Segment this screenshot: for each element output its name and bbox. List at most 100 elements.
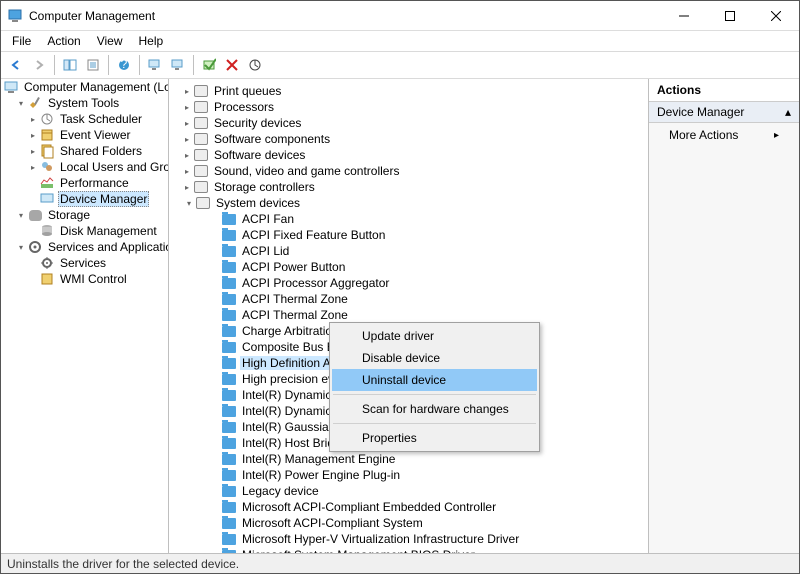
device-tree-pane[interactable]: ▸Print queues▸Processors▸Security device…	[169, 79, 649, 553]
device-label: Microsoft System Management BIOS Driver	[240, 548, 477, 553]
navigation-tree-pane[interactable]: Computer Management (Local) ▾ System Too…	[1, 79, 169, 553]
menu-view[interactable]: View	[90, 32, 130, 50]
context-menu[interactable]: Update driverDisable deviceUninstall dev…	[329, 322, 540, 452]
enable-button[interactable]	[198, 54, 220, 76]
device-item[interactable]: ACPI Processor Aggregator	[181, 275, 648, 291]
chevron-down-icon[interactable]: ▾	[15, 241, 27, 253]
category-label: Storage controllers	[212, 180, 317, 194]
device-category[interactable]: ▸Software devices	[169, 147, 648, 163]
tree-system-tools[interactable]: ▾ System Tools	[13, 95, 168, 111]
chevron-right-icon[interactable]: ▸	[27, 145, 39, 157]
actions-section[interactable]: Device Manager ▴	[649, 102, 799, 123]
context-properties[interactable]: Properties	[332, 427, 537, 449]
properties-button[interactable]	[82, 54, 104, 76]
folder-icon	[221, 483, 237, 499]
tree-item-label: Services	[58, 256, 108, 270]
chevron-right-icon[interactable]: ▸	[181, 165, 193, 177]
chevron-right-icon[interactable]: ▸	[181, 85, 193, 97]
scan-button[interactable]	[244, 54, 266, 76]
chevron-right-icon[interactable]: ▸	[181, 133, 193, 145]
chevron-down-icon[interactable]: ▾	[15, 209, 27, 221]
device-item[interactable]: Microsoft ACPI-Compliant Embedded Contro…	[181, 499, 648, 515]
chevron-right-icon[interactable]: ▸	[181, 181, 193, 193]
tree-item[interactable]: ▸Task Scheduler	[13, 111, 168, 127]
folder-icon	[221, 531, 237, 547]
tree-item[interactable]: Disk Management	[13, 223, 168, 239]
device-item[interactable]: Microsoft Hyper-V Virtualization Infrast…	[181, 531, 648, 547]
actions-header: Actions	[649, 79, 799, 102]
device-category[interactable]: ▸Sound, video and game controllers	[169, 163, 648, 179]
tree-item[interactable]: Services	[13, 255, 168, 271]
tree-item[interactable]: ▸Event Viewer	[13, 127, 168, 143]
back-button[interactable]	[5, 54, 27, 76]
context-item[interactable]: Disable device	[332, 347, 537, 369]
chevron-right-icon[interactable]	[27, 193, 39, 205]
chevron-down-icon[interactable]: ▾	[15, 97, 27, 109]
device-label: ACPI Processor Aggregator	[240, 276, 391, 290]
chevron-right-icon[interactable]: ▸	[27, 161, 39, 173]
chevron-right-icon[interactable]	[27, 273, 39, 285]
chevron-right-icon[interactable]: ▸	[181, 101, 193, 113]
device-label: ACPI Fan	[240, 212, 296, 226]
device-category[interactable]: ▸Print queues	[169, 83, 648, 99]
device-item[interactable]: ACPI Power Button	[181, 259, 648, 275]
context-scan[interactable]: Scan for hardware changes	[332, 398, 537, 420]
device-category[interactable]: ▸Software components	[169, 131, 648, 147]
tree-item[interactable]: ▸Local Users and Groups	[13, 159, 168, 175]
actions-more[interactable]: More Actions ▸	[649, 123, 799, 147]
menu-separator	[333, 423, 536, 424]
context-item[interactable]: Uninstall device	[332, 369, 537, 391]
delete-button[interactable]	[221, 54, 243, 76]
menu-help[interactable]: Help	[132, 32, 171, 50]
device-item[interactable]: Intel(R) Management Engine	[181, 451, 648, 467]
help-button[interactable]: ?	[113, 54, 135, 76]
chevron-right-icon[interactable]	[27, 225, 39, 237]
device-category[interactable]: ▸ Storage controllers	[169, 179, 648, 195]
chevron-right-icon[interactable]: ▸	[27, 113, 39, 125]
device-category[interactable]: ▸Processors	[169, 99, 648, 115]
maximize-button[interactable]	[707, 1, 753, 31]
chevron-right-icon[interactable]	[27, 177, 39, 189]
chevron-right-icon[interactable]: ▸	[181, 149, 193, 161]
device-item[interactable]: ACPI Lid	[181, 243, 648, 259]
folder-icon	[221, 387, 237, 403]
status-text: Uninstalls the driver for the selected d…	[7, 557, 239, 571]
tree-item-label: Shared Folders	[58, 144, 144, 158]
actions-pane: Actions Device Manager ▴ More Actions ▸	[649, 79, 799, 553]
device-item[interactable]: Intel(R) Power Engine Plug-in	[181, 467, 648, 483]
device-item[interactable]: Microsoft System Management BIOS Driver	[181, 547, 648, 553]
tree-storage[interactable]: ▾ Storage	[13, 207, 168, 223]
device-item[interactable]: ACPI Thermal Zone	[181, 291, 648, 307]
device-item[interactable]: ACPI Fixed Feature Button	[181, 227, 648, 243]
tools-icon	[27, 95, 43, 111]
tree-services-apps[interactable]: ▾ Services and Applications	[13, 239, 168, 255]
chevron-right-icon[interactable]: ▸	[181, 117, 193, 129]
tree-item[interactable]: ▸ Shared Folders	[13, 143, 168, 159]
tree-item[interactable]: WMI Control	[13, 271, 168, 287]
device-item[interactable]: Microsoft ACPI-Compliant System	[181, 515, 648, 531]
tree-root[interactable]: Computer Management (Local)	[1, 79, 168, 95]
device-category-system-devices[interactable]: ▾ System devices	[181, 195, 648, 211]
chevron-down-icon[interactable]: ▾	[183, 197, 195, 209]
device-category[interactable]: ▸Security devices	[169, 115, 648, 131]
device-item[interactable]: ACPI Fan	[181, 211, 648, 227]
folder-icon	[221, 451, 237, 467]
collapse-icon[interactable]: ▴	[785, 105, 791, 119]
device-item[interactable]: Legacy device	[181, 483, 648, 499]
folder-icon	[221, 307, 237, 323]
chevron-right-icon: ▸	[774, 130, 779, 141]
device-item[interactable]: ACPI Thermal Zone	[181, 307, 648, 323]
chevron-right-icon[interactable]: ▸	[27, 129, 39, 141]
menu-action[interactable]: Action	[40, 32, 87, 50]
forward-button[interactable]	[28, 54, 50, 76]
minimize-button[interactable]	[661, 1, 707, 31]
tree-item[interactable]: Performance	[13, 175, 168, 191]
monitor2-button[interactable]	[167, 54, 189, 76]
monitor1-button[interactable]	[144, 54, 166, 76]
tree-item[interactable]: Device Manager	[13, 191, 168, 207]
chevron-right-icon[interactable]	[27, 257, 39, 269]
context-item[interactable]: Update driver	[332, 325, 537, 347]
menu-file[interactable]: File	[5, 32, 38, 50]
close-button[interactable]	[753, 1, 799, 31]
show-hide-tree-button[interactable]	[59, 54, 81, 76]
